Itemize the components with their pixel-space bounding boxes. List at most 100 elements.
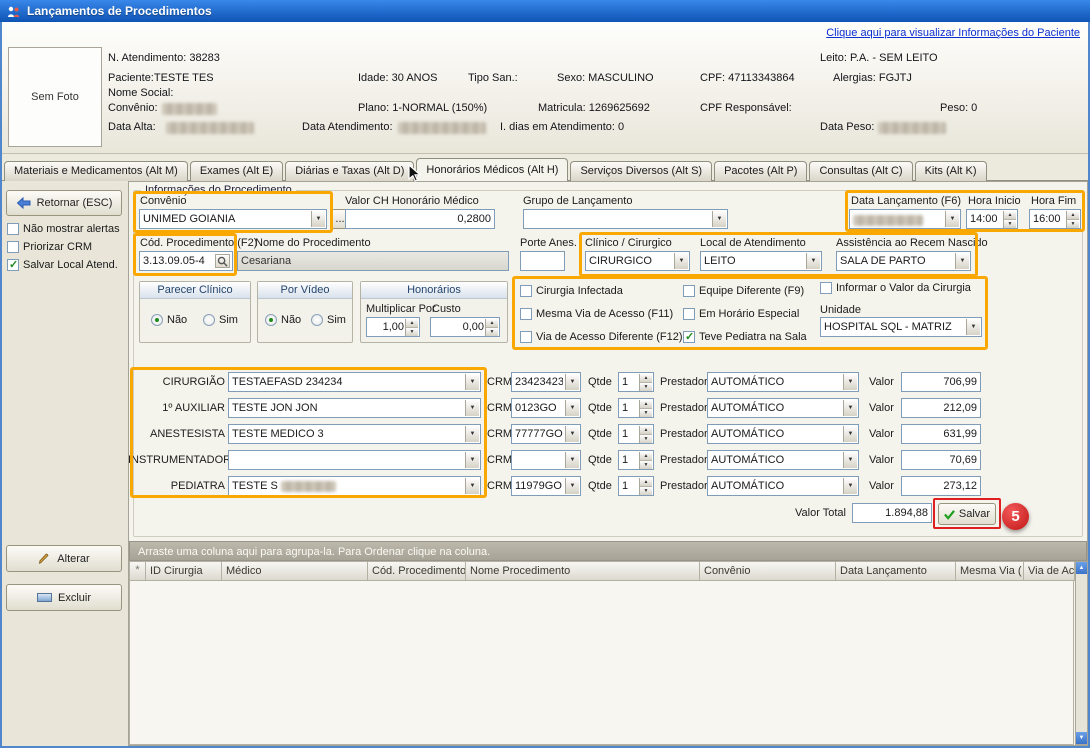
porte-anes-field[interactable] (520, 251, 565, 271)
anestesista-select[interactable]: TESTE MEDICO 3 ▼ (228, 424, 481, 444)
anestesista-qtde-field[interactable]: 1 ▲▼ (618, 424, 654, 444)
grid-scrollbar[interactable]: ▲ ▼ (1075, 561, 1088, 745)
chevron-down-icon[interactable]: ▼ (565, 426, 579, 442)
tab-diarias-taxas[interactable]: Diárias e Taxas (Alt D) (285, 161, 414, 181)
column-header-id-cirurgia[interactable]: ID Cirurgia (146, 561, 222, 581)
grupo-lancamento-select[interactable]: ▼ (523, 209, 728, 229)
alterar-button[interactable]: Alterar (6, 545, 122, 572)
tab-consultas[interactable]: Consultas (Alt C) (809, 161, 912, 181)
hora-inicio-field[interactable]: 14:00 ▲▼ (966, 209, 1018, 229)
spinner-arrows-icon[interactable]: ▲▼ (639, 426, 652, 442)
chevron-down-icon[interactable]: ▼ (565, 478, 579, 494)
chevron-down-icon[interactable]: ▼ (465, 478, 479, 494)
unidade-select[interactable]: HOSPITAL SQL - MATRIZ ▼ (820, 317, 982, 337)
chevron-down-icon[interactable]: ▼ (565, 400, 579, 416)
instrumentador-select[interactable]: ▼ (228, 450, 481, 470)
spinner-arrows-icon[interactable]: ▲▼ (639, 452, 652, 468)
valor-ch-field[interactable]: 0,2800 (345, 209, 495, 229)
video-sim-radio[interactable]: Sim (311, 314, 346, 326)
chevron-down-icon[interactable]: ▼ (565, 452, 579, 468)
spinner-arrows-icon[interactable]: ▲▼ (639, 478, 652, 494)
chevron-down-icon[interactable]: ▼ (806, 253, 820, 269)
instrumentador-crm-select[interactable]: ▼ (511, 450, 581, 470)
cirurgiao-select[interactable]: TESTAEFASD 234234 ▼ (228, 372, 481, 392)
pediatra-select[interactable]: TESTE S ▼ (228, 476, 481, 496)
column-header-medico[interactable]: Médico (222, 561, 368, 581)
column-header-mesma-via[interactable]: Mesma Via ( (956, 561, 1024, 581)
spinner-arrows-icon[interactable]: ▲▼ (405, 319, 418, 335)
tab-pacotes[interactable]: Pacotes (Alt P) (714, 161, 807, 181)
chevron-down-icon[interactable]: ▼ (955, 253, 969, 269)
auxiliar-valor-field[interactable]: 212,09 (901, 398, 981, 418)
instrumentador-valor-field[interactable]: 70,69 (901, 450, 981, 470)
assistencia-select[interactable]: SALA DE PARTO ▼ (836, 251, 971, 271)
equipe-diferente-checkbox[interactable]: Equipe Diferente (F9) (683, 285, 804, 297)
chevron-down-icon[interactable]: ▼ (565, 374, 579, 390)
chevron-down-icon[interactable]: ▼ (843, 426, 857, 442)
video-nao-radio[interactable]: Não (265, 314, 301, 326)
teve-pediatra-checkbox[interactable]: Teve Pediatra na Sala (683, 331, 807, 343)
custo-field[interactable]: 0,00 ▲▼ (430, 317, 500, 337)
chevron-down-icon[interactable]: ▼ (712, 211, 726, 227)
em-horario-especial-checkbox[interactable]: Em Horário Especial (683, 308, 799, 320)
patient-info-link[interactable]: Clique aqui para visualizar Informações … (826, 27, 1080, 39)
chevron-down-icon[interactable]: ▼ (465, 426, 479, 442)
spinner-arrows-icon[interactable]: ▲▼ (1003, 211, 1016, 227)
cirurgia-infectada-checkbox[interactable]: Cirurgia Infectada (520, 285, 623, 297)
column-header-via-de-acesso[interactable]: Via de Acesso (1024, 561, 1075, 581)
instrumentador-prestador-select[interactable]: AUTOMÁTICO ▼ (707, 450, 859, 470)
tab-servicos-diversos[interactable]: Serviços Diversos (Alt S) (570, 161, 712, 181)
hora-fim-field[interactable]: 16:00 ▲▼ (1029, 209, 1081, 229)
auxiliar-qtde-field[interactable]: 1 ▲▼ (618, 398, 654, 418)
cod-procedimento-field[interactable]: 3.13.09.05-4 (139, 251, 233, 271)
tab-materiais-medicamentos[interactable]: Materiais e Medicamentos (Alt M) (4, 161, 188, 181)
chevron-down-icon[interactable]: ▼ (674, 253, 688, 269)
search-icon[interactable] (215, 254, 230, 268)
instrumentador-qtde-field[interactable]: 1 ▲▼ (618, 450, 654, 470)
chevron-down-icon[interactable]: ▼ (465, 452, 479, 468)
chevron-down-icon[interactable]: ▼ (465, 400, 479, 416)
tab-exames[interactable]: Exames (Alt E) (190, 161, 283, 181)
spinner-arrows-icon[interactable]: ▲▼ (639, 400, 652, 416)
column-header-cod-procedimento[interactable]: Cód. Procedimento (368, 561, 466, 581)
column-header-convenio[interactable]: Convênio (700, 561, 836, 581)
auxiliar-prestador-select[interactable]: AUTOMÁTICO ▼ (707, 398, 859, 418)
chevron-down-icon[interactable]: ▼ (966, 319, 980, 335)
parecer-nao-radio[interactable]: Não (151, 314, 187, 326)
anestesista-valor-field[interactable]: 631,99 (901, 424, 981, 444)
cirurgiao-qtde-field[interactable]: 1 ▲▼ (618, 372, 654, 392)
chevron-down-icon[interactable]: ▼ (843, 452, 857, 468)
column-header-nome-procedimento[interactable]: Nome Procedimento (466, 561, 700, 581)
tab-honorarios-medicos[interactable]: Honorários Médicos (Alt H) (416, 158, 568, 181)
retornar-button[interactable]: Retornar (ESC) (6, 190, 122, 216)
excluir-button[interactable]: Excluir (6, 584, 122, 611)
chevron-down-icon[interactable]: ▼ (843, 400, 857, 416)
salvar-button[interactable]: Salvar (938, 503, 996, 525)
chevron-down-icon[interactable]: ▼ (311, 211, 325, 227)
chevron-down-icon[interactable]: ▼ (465, 374, 479, 390)
local-atendimento-select[interactable]: LEITO ▼ (700, 251, 822, 271)
cirurgiao-prestador-select[interactable]: AUTOMÁTICO ▼ (707, 372, 859, 392)
chevron-down-icon[interactable]: ▼ (945, 211, 959, 227)
informar-valor-cirurgia-checkbox[interactable]: Informar o Valor da Cirurgia (820, 282, 971, 294)
tab-kits[interactable]: Kits (Alt K) (915, 161, 987, 181)
priorizar-crm-checkbox[interactable]: Priorizar CRM (7, 241, 92, 253)
mesma-via-acesso-checkbox[interactable]: Mesma Via de Acesso (F11) (520, 308, 673, 320)
salvar-local-atend-checkbox[interactable]: Salvar Local Atend. (7, 259, 118, 271)
chevron-down-icon[interactable]: ▼ (843, 374, 857, 390)
multiplicar-por-field[interactable]: 1,00 ▲▼ (366, 317, 420, 337)
pediatra-valor-field[interactable]: 273,12 (901, 476, 981, 496)
auxiliar-crm-select[interactable]: 0123GO ▼ (511, 398, 581, 418)
anestesista-crm-select[interactable]: 77777GO ▼ (511, 424, 581, 444)
column-header-data-lancamento[interactable]: Data Lançamento (836, 561, 956, 581)
grid-groupby-bar[interactable]: Arraste uma coluna aqui para agrupa-la. … (129, 541, 1087, 561)
spinner-arrows-icon[interactable]: ▲▼ (485, 319, 498, 335)
scroll-up-icon[interactable]: ▲ (1076, 562, 1087, 574)
pediatra-crm-select[interactable]: 11979GO ▼ (511, 476, 581, 496)
anestesista-prestador-select[interactable]: AUTOMÁTICO ▼ (707, 424, 859, 444)
clinico-cirurgico-select[interactable]: CIRURGICO ▼ (585, 251, 690, 271)
spinner-arrows-icon[interactable]: ▲▼ (639, 374, 652, 390)
scroll-down-icon[interactable]: ▼ (1076, 732, 1087, 744)
pediatra-qtde-field[interactable]: 1 ▲▼ (618, 476, 654, 496)
cirurgiao-valor-field[interactable]: 706,99 (901, 372, 981, 392)
